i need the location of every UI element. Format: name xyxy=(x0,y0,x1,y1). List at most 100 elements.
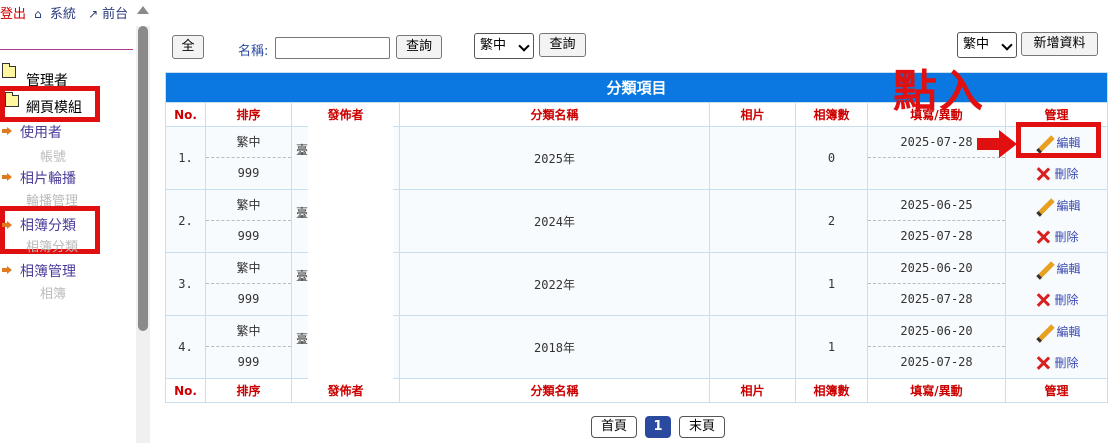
edit-link[interactable]: 編輯 xyxy=(1006,316,1107,347)
footer-manage: 管理 xyxy=(1004,378,1109,403)
scroll-up-icon[interactable] xyxy=(137,6,149,14)
red-arrow-icon xyxy=(977,130,1017,158)
sidebar-module[interactable]: 網頁模組 xyxy=(26,97,82,117)
pencil-icon xyxy=(1033,261,1053,277)
pencil-icon xyxy=(1033,324,1053,340)
delete-x-icon xyxy=(1035,292,1051,308)
redaction-mask xyxy=(308,315,393,380)
row-lang: 繁中 xyxy=(206,127,291,158)
delete-link[interactable]: 刪除 xyxy=(1006,347,1107,378)
footer-order: 排序 xyxy=(205,378,292,403)
row-created-date: 2025-06-20 xyxy=(868,316,1005,347)
row-lang: 繁中 xyxy=(206,190,291,221)
external-link-icon: ↗ xyxy=(88,7,99,21)
delete-link[interactable]: 刪除 xyxy=(1006,221,1107,252)
sidebar-item-album-manage[interactable]: 相簿管理 xyxy=(20,261,76,281)
edit-link[interactable]: 編輯 xyxy=(1006,190,1107,221)
row-order: 999 xyxy=(237,292,260,306)
name-search-input[interactable] xyxy=(275,37,390,59)
row-no: 3. xyxy=(165,252,206,316)
row-photo xyxy=(709,315,796,379)
row-modified-date: 2025-07-28 xyxy=(900,229,973,243)
delete-x-icon xyxy=(1035,166,1051,182)
category-table: 分類項目 No. 排序 發佈者 分類名稱 相片 相簿數 填寫/異動 管理 1. … xyxy=(164,72,1109,403)
row-created-date: 2025-06-20 xyxy=(868,253,1005,284)
arrow-icon xyxy=(2,127,12,135)
header-no: No. xyxy=(165,102,206,127)
row-category-name: 2018年 xyxy=(399,315,710,379)
sidebar-item-users[interactable]: 使用者 xyxy=(20,122,62,142)
search-button[interactable]: 查詢 xyxy=(396,35,442,59)
highlight-box-edit xyxy=(1016,122,1101,158)
folder-icon xyxy=(2,63,16,78)
arrow-icon xyxy=(2,173,12,181)
delete-link[interactable]: 刪除 xyxy=(1006,158,1107,189)
row-publisher: 臺 xyxy=(296,269,309,283)
sidebar-sub-accounts[interactable]: 帳號 xyxy=(40,146,66,165)
chevron-down-icon xyxy=(1001,39,1013,51)
table-row: 1. 繁中 999 臺 2025年 0 2025-07-28 編輯 刪除 xyxy=(165,126,1109,191)
sidebar-item-carousel[interactable]: 相片輪播 xyxy=(20,168,76,188)
search-button-2[interactable]: 查詢 xyxy=(539,33,586,57)
sidebar-sub-album-category[interactable]: 相簿分類 xyxy=(26,236,78,255)
row-modified-date: 2025-07-28 xyxy=(900,355,973,369)
sidebar-item-album-category[interactable]: 相簿分類 xyxy=(20,215,76,235)
table-row: 4. 繁中 999 臺 2018年 1 2025-06-20 2025-07-28 … xyxy=(165,315,1109,380)
row-lang: 繁中 xyxy=(206,253,291,284)
select-all-button[interactable]: 全 xyxy=(172,35,204,59)
table-row: 3. 繁中 999 臺 2022年 1 2025-06-20 2025-07-28 … xyxy=(165,252,1109,317)
footer-publisher: 發佈者 xyxy=(291,378,400,403)
redaction-mask xyxy=(308,189,393,254)
row-publisher: 臺 xyxy=(296,332,309,346)
pager-last-button[interactable]: 末頁 xyxy=(679,416,725,438)
chevron-down-icon xyxy=(518,40,530,52)
frontend-link[interactable]: ↗ 前台 xyxy=(88,7,132,22)
header-photo: 相片 xyxy=(709,102,796,127)
row-photo xyxy=(709,126,796,190)
row-order: 999 xyxy=(237,229,260,243)
row-photo xyxy=(709,189,796,253)
arrow-icon xyxy=(2,266,12,274)
add-record-button[interactable]: 新增資料 xyxy=(1021,32,1098,56)
row-no: 4. xyxy=(165,315,206,379)
row-photo xyxy=(709,252,796,316)
home-icon: ⌂ xyxy=(34,7,42,21)
footer-date: 填寫/異動 xyxy=(867,378,1006,403)
row-lang: 繁中 xyxy=(206,316,291,347)
footer-category-name: 分類名稱 xyxy=(399,378,710,403)
arrow-icon xyxy=(2,221,12,229)
pencil-icon xyxy=(1033,198,1053,214)
redaction-mask xyxy=(308,126,393,191)
footer-photo: 相片 xyxy=(709,378,796,403)
footer-album-count: 相簿數 xyxy=(795,378,868,403)
table-row: 2. 繁中 999 臺 2024年 2 2025-06-25 2025-07-28 … xyxy=(165,189,1109,254)
row-album-count: 1 xyxy=(795,315,868,379)
table-footer-row: No. 排序 發佈者 分類名稱 相片 相簿數 填寫/異動 管理 xyxy=(165,378,1109,403)
redaction-mask xyxy=(308,252,393,317)
pager-current-page[interactable]: 1 xyxy=(645,416,671,438)
sidebar-scrollbar-thumb[interactable] xyxy=(138,26,148,331)
edit-link[interactable]: 編輯 xyxy=(1006,253,1107,284)
top-links: 登出 ⌂ 系統 ↗ 前台 xyxy=(0,3,136,22)
language-select[interactable]: 繁中 xyxy=(474,33,534,59)
sidebar-sub-albums[interactable]: 相簿 xyxy=(40,283,66,302)
row-no: 1. xyxy=(165,126,206,190)
header-album-count: 相簿數 xyxy=(795,102,868,127)
delete-x-icon xyxy=(1035,229,1051,245)
row-no: 2. xyxy=(165,189,206,253)
row-album-count: 2 xyxy=(795,189,868,253)
sidebar-divider xyxy=(0,49,133,50)
system-link[interactable]: ⌂ 系統 xyxy=(34,7,80,22)
folder-icon xyxy=(5,92,19,107)
header-publisher: 發佈者 xyxy=(291,102,400,127)
row-album-count: 0 xyxy=(795,126,868,190)
row-order: 999 xyxy=(237,166,260,180)
logout-link[interactable]: 登出 xyxy=(0,7,26,22)
row-modified-date: 2025-07-28 xyxy=(900,292,973,306)
pager-first-button[interactable]: 首頁 xyxy=(591,416,637,438)
footer-no: No. xyxy=(165,378,206,403)
row-album-count: 1 xyxy=(795,252,868,316)
delete-link[interactable]: 刪除 xyxy=(1006,284,1107,315)
row-publisher: 臺 xyxy=(296,143,309,157)
row-created-date: 2025-06-25 xyxy=(868,190,1005,221)
